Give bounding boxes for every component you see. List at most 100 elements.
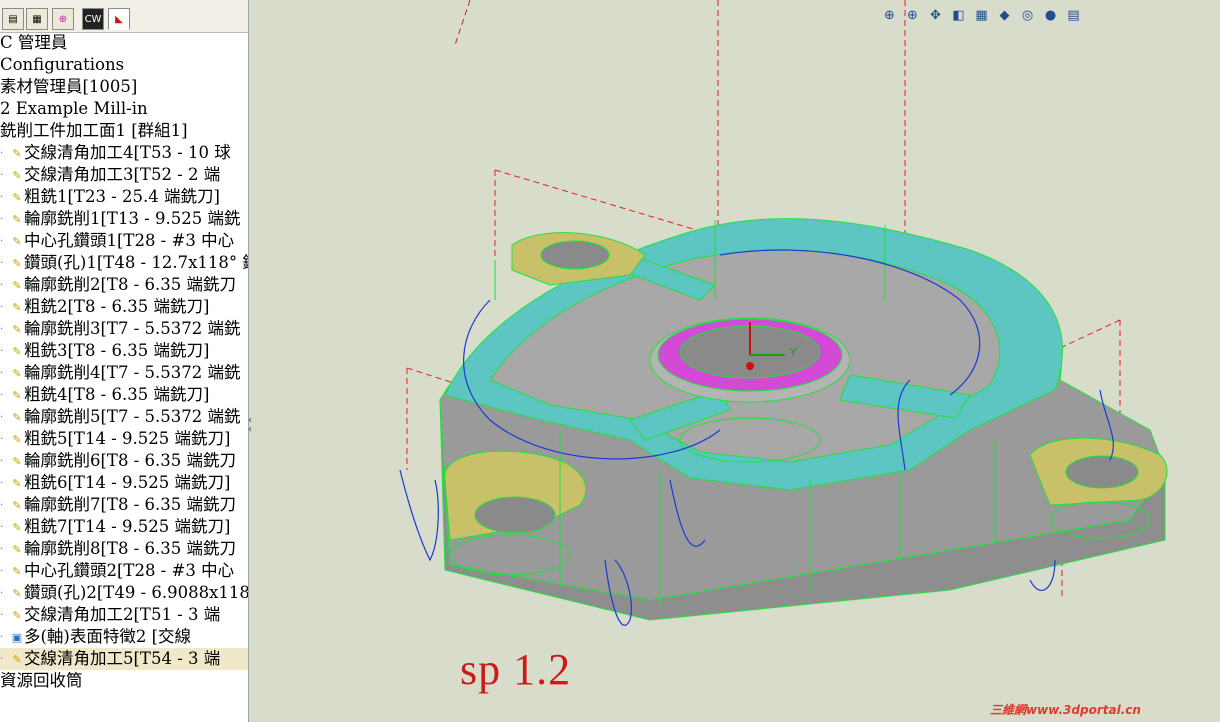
tree-item[interactable]: · ✎ 輪廓銑削2[T8 - 6.35 端銑刀	[0, 274, 248, 296]
tree-connector: ·	[0, 565, 4, 577]
property-manager-tab[interactable]: ▦	[26, 8, 48, 30]
tree-item-label: 粗銑7[T14 - 9.525 端銑刀]	[24, 517, 231, 536]
tree-item-label: 輪廓銑削2[T8 - 6.35 端銑刀	[24, 275, 236, 294]
tree-item[interactable]: · ✎ 輪廓銑削1[T13 - 9.525 端銑	[0, 208, 248, 230]
tree-item[interactable]: · ✎ 輪廓銑削4[T7 - 5.5372 端銑	[0, 362, 248, 384]
tree-item-label: 交線清角加工2[T51 - 3 端	[24, 605, 221, 624]
tree-connector: ·	[0, 235, 4, 247]
appearance-icon[interactable]: ●	[1041, 6, 1060, 25]
operation-tree-icon: ◣	[115, 13, 123, 25]
tree-item[interactable]: 銑削工件加工面1 [群組1]	[0, 120, 248, 142]
operation-icon: ✎	[12, 322, 22, 336]
top-lug-hole	[540, 240, 610, 270]
left-lug-hole	[474, 496, 556, 534]
tree-item-label: 粗銑1[T23 - 25.4 端銑刀]	[24, 187, 220, 206]
tree-item[interactable]: C 管理員	[0, 32, 248, 54]
operation-icon: ✎	[12, 608, 22, 622]
zoom-to-fit-icon[interactable]: ⊕	[880, 6, 899, 25]
tree-connector: ·	[0, 609, 4, 621]
tree-item-label: 交線清角加工4[T53 - 10 球	[24, 143, 231, 162]
tree-item-label: 交線清角加工3[T52 - 2 端	[24, 165, 221, 184]
operation-icon: ✎	[12, 344, 22, 358]
tree-item-label: 輪廓銑削3[T7 - 5.5372 端銑	[24, 319, 241, 338]
tree-item-label: 素材管理員[1005]	[0, 77, 138, 96]
operation-icon: ✎	[12, 564, 22, 578]
tree-connector: ·	[0, 389, 4, 401]
tree-item-label: 資源回收筒	[0, 671, 83, 690]
watermark: 三維網www.3dportal.cn	[990, 703, 1141, 717]
feature-manager-tab[interactable]: ▤	[2, 8, 24, 30]
scene-icon[interactable]: ▤	[1064, 6, 1083, 25]
operation-icon: ✎	[12, 168, 22, 182]
tree-item[interactable]: 資源回收筒	[0, 670, 248, 692]
tree-connector: ·	[0, 213, 4, 225]
operation-icon: ✎	[12, 652, 22, 666]
tree-connector: ·	[0, 499, 4, 511]
tree-item[interactable]: · ✎ 中心孔鑽頭2[T28 - #3 中心	[0, 560, 248, 582]
tree-connector: ·	[0, 147, 4, 159]
tree-item-label: 鑽頭(孔)1[T48 - 12.7x118° 鑽	[24, 253, 248, 272]
tree-item[interactable]: · ✎ 中心孔鑽頭1[T28 - #3 中心	[0, 230, 248, 252]
tree-item-label: 輪廓銑削7[T8 - 6.35 端銑刀	[24, 495, 236, 514]
tree-connector: ·	[0, 433, 4, 445]
tree-item[interactable]: · ✎ 輪廓銑削7[T8 - 6.35 端銑刀	[0, 494, 248, 516]
tree-item[interactable]: · ✎ 交線清角加工3[T52 - 2 端	[0, 164, 248, 186]
tree-item-label: 中心孔鑽頭1[T28 - #3 中心	[24, 231, 235, 250]
camworks-tab[interactable]: CW	[82, 8, 104, 30]
tree-item[interactable]: · ✎ 交線清角加工2[T51 - 3 端	[0, 604, 248, 626]
right-lug-hole	[1065, 455, 1139, 489]
tree-item[interactable]: 素材管理員[1005]	[0, 76, 248, 98]
tree-item-label: 粗銑3[T8 - 6.35 端銑刀]	[24, 341, 210, 360]
operation-icon: ✎	[12, 476, 22, 490]
tree-item[interactable]: · ✎ 粗銑2[T8 - 6.35 端銑刀]	[0, 296, 248, 318]
tree-item[interactable]: · ✎ 輪廓銑削3[T7 - 5.5372 端銑	[0, 318, 248, 340]
operation-icon: ✎	[12, 388, 22, 402]
tree-item-label: 輪廓銑削4[T7 - 5.5372 端銑	[24, 363, 241, 382]
tree-item-label: 輪廓銑削5[T7 - 5.5372 端銑	[24, 407, 241, 426]
graphics-viewport[interactable]: Y ⊕ ⊕ ✥ ◧ ▦ ◆ ◎ ● ▤	[250, 0, 1220, 722]
operation-icon: ✎	[12, 300, 22, 314]
tree-item[interactable]: · ✎ 輪廓銑削6[T8 - 6.35 端銑刀	[0, 450, 248, 472]
operation-icon: ✎	[12, 234, 22, 248]
tree-connector: ·	[0, 191, 4, 203]
tree-connector: ·	[0, 455, 4, 467]
tree-item-label: 粗銑2[T8 - 6.35 端銑刀]	[24, 297, 210, 316]
tree-item-label: C 管理員	[0, 33, 68, 52]
heads-up-view-toolbar: ⊕ ⊕ ✥ ◧ ▦ ◆ ◎ ● ▤	[880, 6, 1083, 28]
tree-connector: ·	[0, 521, 4, 533]
tree-item[interactable]: · ✎ 粗銑7[T14 - 9.525 端銑刀]	[0, 516, 248, 538]
tree-item[interactable]: · ✎ 粗銑6[T14 - 9.525 端銑刀]	[0, 472, 248, 494]
feature-icon: ▣	[11, 630, 23, 644]
tree-item[interactable]: · ✎ 輪廓銑削5[T7 - 5.5372 端銑	[0, 406, 248, 428]
feature-tree-icon: ▤	[8, 13, 18, 25]
view-orientation-icon[interactable]: ▦	[972, 6, 991, 25]
display-style-icon[interactable]: ◆	[995, 6, 1014, 25]
tree-item[interactable]: · ✎ 粗銑4[T8 - 6.35 端銑刀]	[0, 384, 248, 406]
tree-item-label: 鑽頭(孔)2[T49 - 6.9088x118	[24, 583, 248, 602]
tree-item[interactable]: · ✎ 粗銑5[T14 - 9.525 端銑刀]	[0, 428, 248, 450]
tree-item[interactable]: · ✎ 粗銑3[T8 - 6.35 端銑刀]	[0, 340, 248, 362]
pan-icon[interactable]: ✥	[926, 6, 945, 25]
tree-connector: ·	[0, 257, 4, 269]
operation-icon: ✎	[12, 256, 22, 270]
tree-item-label: 交線清角加工5[T54 - 3 端	[24, 649, 221, 668]
operation-icon: ✎	[12, 366, 22, 380]
zoom-area-icon[interactable]: ⊕	[903, 6, 922, 25]
tree-item-label: 2 Example Mill-in	[0, 99, 148, 118]
tree-item[interactable]: · ✎ 輪廓銑削8[T8 - 6.35 端銑刀	[0, 538, 248, 560]
tree-item[interactable]: · ✎ 鑽頭(孔)2[T49 - 6.9088x118	[0, 582, 248, 604]
tree-connector: ·	[0, 587, 4, 599]
operation-tree-tab[interactable]: ◣	[108, 8, 130, 30]
tree-item[interactable]: · ✎ 粗銑1[T23 - 25.4 端銑刀]	[0, 186, 248, 208]
tree-item[interactable]: · ✎ 鑽頭(孔)1[T48 - 12.7x118° 鑽	[0, 252, 248, 274]
tree-item-label: 銑削工件加工面1 [群組1]	[0, 121, 188, 140]
tree-item[interactable]: Configurations	[0, 54, 248, 76]
section-view-icon[interactable]: ◧	[949, 6, 968, 25]
hide-show-icon[interactable]: ◎	[1018, 6, 1037, 25]
tree-item[interactable]: · ✎ 交線清角加工4[T53 - 10 球	[0, 142, 248, 164]
configuration-tab[interactable]: ⊕	[52, 8, 74, 30]
tree-item[interactable]: 2 Example Mill-in	[0, 98, 248, 120]
tree-item[interactable]: · ✎ 交線清角加工5[T54 - 3 端	[0, 648, 248, 670]
tree-connector: ·	[0, 367, 4, 379]
tree-item[interactable]: · ▣ 多(軸)表面特徵2 [交線	[0, 626, 248, 648]
